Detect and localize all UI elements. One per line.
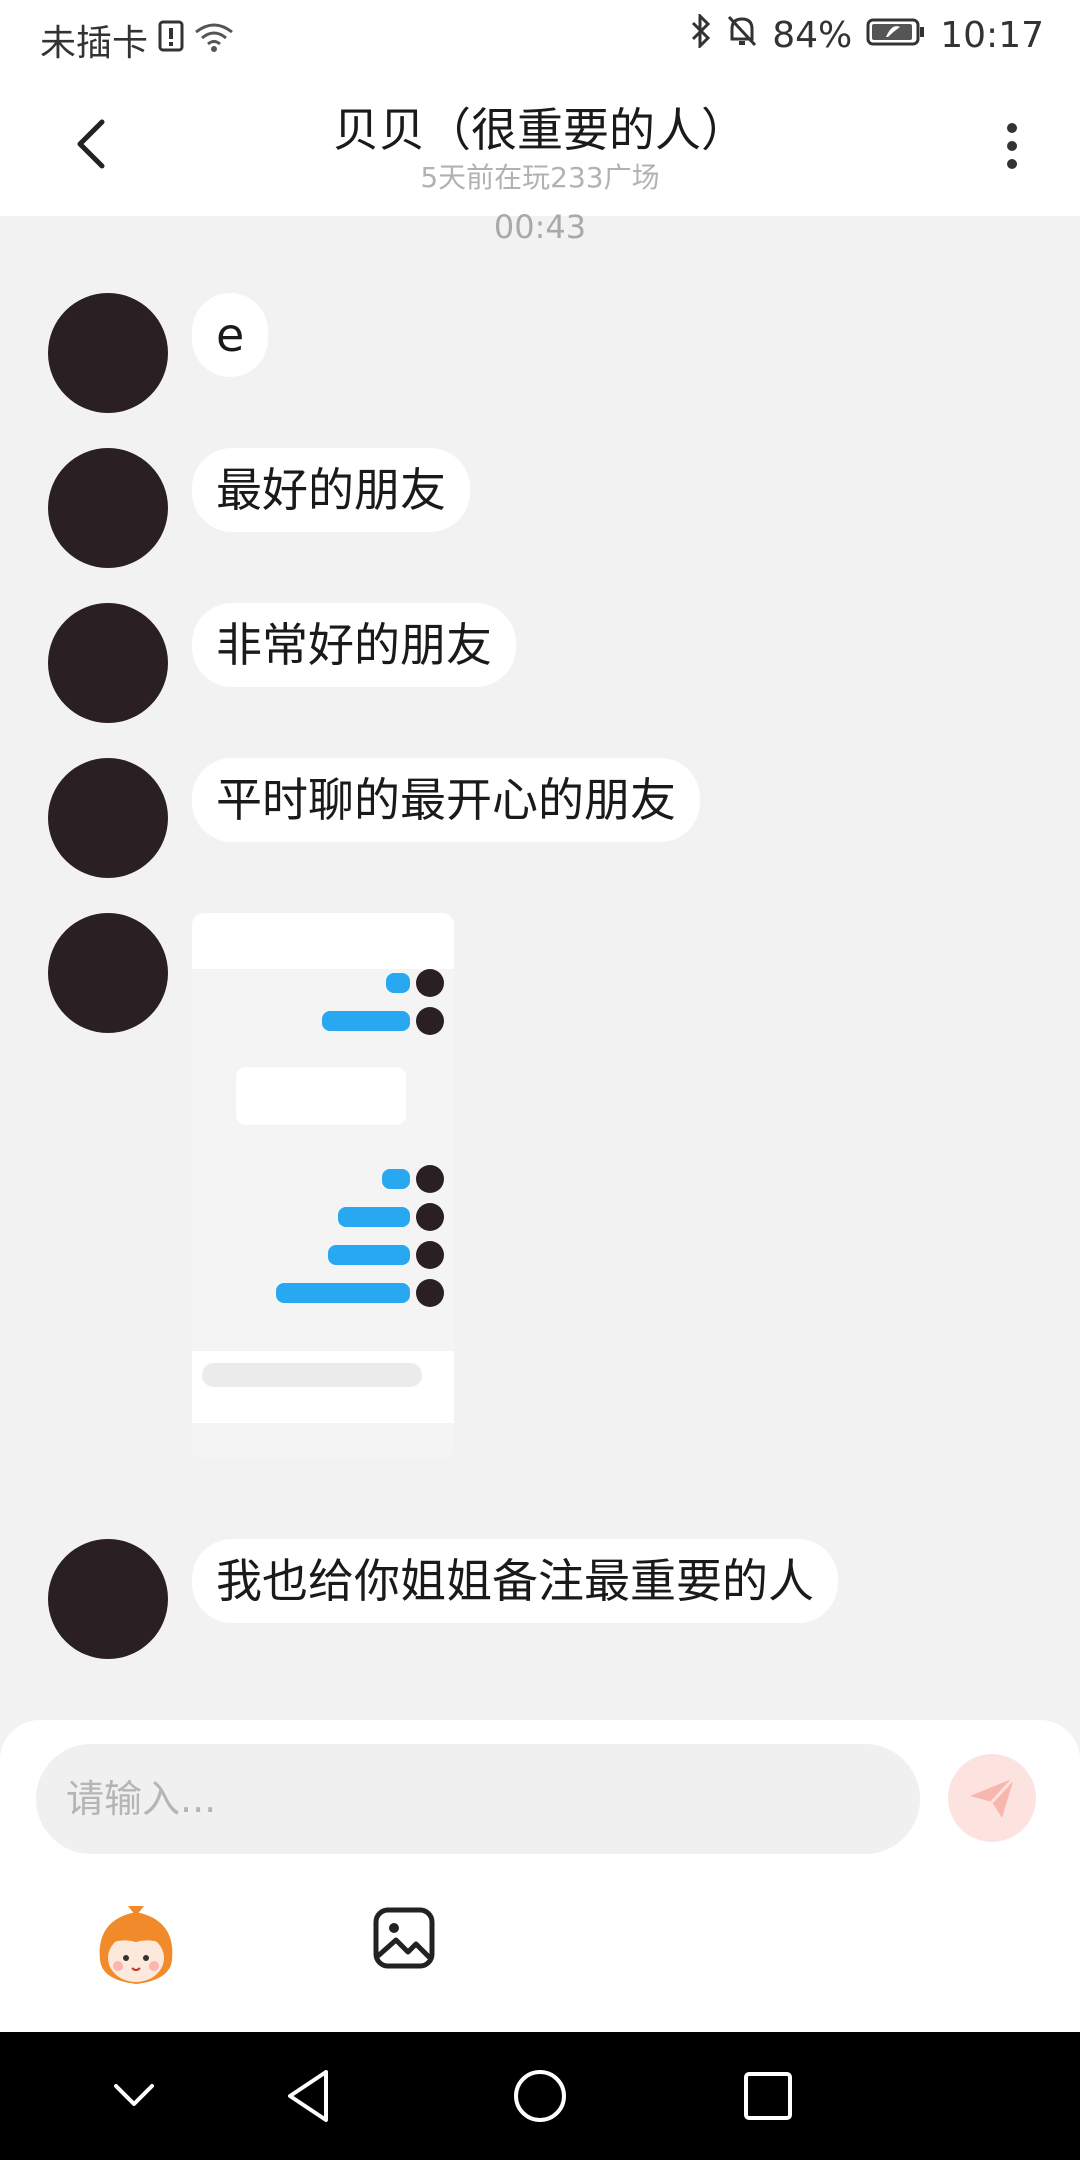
message-bubble[interactable]: 平时聊的最开心的朋友: [192, 758, 700, 842]
thumbnail-input: [202, 1363, 422, 1387]
message-bubble[interactable]: 我也给你姐姐备注最重要的人: [192, 1539, 838, 1623]
message-row: [48, 913, 454, 1459]
composer: [0, 1720, 1080, 2032]
message-input[interactable]: [36, 1744, 920, 1854]
nav-collapse-button[interactable]: [98, 2060, 170, 2132]
avatar[interactable]: [48, 448, 168, 568]
thumbnail-row: [276, 1279, 444, 1307]
system-nav-bar: [0, 2032, 1080, 2160]
emoji-sticker-button[interactable]: [90, 1900, 182, 1992]
thumbnail-row: [386, 969, 444, 997]
nav-back-button[interactable]: [272, 2060, 344, 2132]
circle-home-icon: [514, 2070, 566, 2122]
chat-subtitle: 5天前在玩233广场: [420, 161, 660, 194]
avatar[interactable]: [48, 293, 168, 413]
wifi-icon: [194, 20, 234, 61]
thumbnail-white-bubble: [236, 1067, 406, 1125]
sim-alert-icon: [158, 20, 184, 61]
triangle-back-icon: [288, 2070, 328, 2122]
chevron-down-icon: [114, 2084, 154, 2106]
dot-icon: [1007, 123, 1017, 133]
clock: 10:17: [940, 15, 1044, 56]
bluetooth-icon: [690, 12, 712, 57]
message-row: 我也给你姐姐备注最重要的人: [48, 1539, 838, 1659]
message-row: 平时聊的最开心的朋友: [48, 758, 700, 878]
thumbnail-composer: [192, 1351, 454, 1423]
thumbnail-row: [328, 1241, 444, 1269]
nav-home-button[interactable]: [504, 2060, 576, 2132]
thumbnail-row: [338, 1203, 444, 1231]
avatar[interactable]: [48, 758, 168, 878]
dot-icon: [1007, 141, 1017, 151]
message-row: e: [48, 293, 269, 413]
message-row: 非常好的朋友: [48, 603, 516, 723]
screenshot-thumbnail: [192, 913, 454, 1459]
mute-bell-icon: [726, 14, 758, 57]
chat-title: 贝贝（很重要的人）: [333, 103, 747, 157]
avatar[interactable]: [48, 1539, 168, 1659]
mascot-face-icon: [99, 1906, 173, 1984]
battery-icon: [866, 15, 926, 56]
thumbnail-row: [382, 1165, 444, 1193]
message-row: 最好的朋友: [48, 448, 470, 568]
avatar[interactable]: [48, 913, 168, 1033]
image-message[interactable]: [192, 913, 454, 1459]
image-picker-button[interactable]: [372, 1906, 436, 1970]
thumbnail-header: [192, 913, 454, 969]
dot-icon: [1007, 159, 1017, 169]
thumbnail-row: [322, 1007, 444, 1035]
battery-percent: 84%: [772, 15, 853, 56]
message-timestamp: 00:43: [493, 208, 587, 246]
message-bubble[interactable]: e: [192, 293, 269, 377]
more-options-button[interactable]: [992, 114, 1032, 178]
image-icon: [373, 1907, 435, 1969]
message-bubble[interactable]: 非常好的朋友: [192, 603, 516, 687]
send-icon: [970, 1776, 1016, 1818]
square-recents-icon: [744, 2072, 792, 2120]
chat-header: 贝贝（很重要的人） 5天前在玩233广场: [0, 74, 1080, 216]
carrier-label: 未插卡: [40, 23, 149, 64]
avatar[interactable]: [48, 603, 168, 723]
message-bubble[interactable]: 最好的朋友: [192, 448, 470, 532]
send-button[interactable]: [948, 1754, 1036, 1842]
thumbnail-navbar: [192, 1423, 454, 1459]
nav-recents-button[interactable]: [732, 2060, 804, 2132]
status-bar: 未插卡 84% 10:17: [0, 0, 1080, 74]
